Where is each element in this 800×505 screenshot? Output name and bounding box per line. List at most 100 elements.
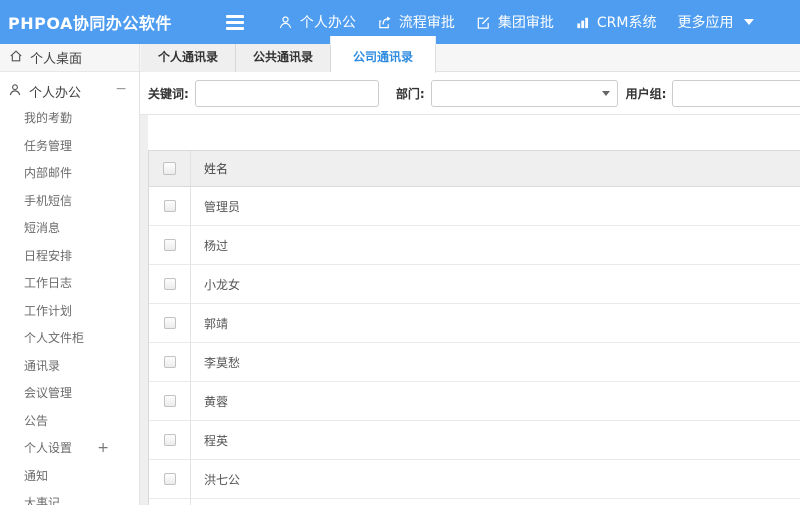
sidebar-item-personal-desktop[interactable]: 个人桌面 (0, 44, 139, 72)
collapse-icon[interactable]: − (115, 81, 127, 97)
sidebar-group-label: 个人办公 (29, 86, 82, 101)
row-name: 郭靖 (204, 316, 229, 331)
nav-label: 流程审批 (398, 15, 455, 31)
sidebar-item-contacts[interactable]: 通讯录 (0, 353, 139, 381)
usergroup-input[interactable] (672, 79, 800, 107)
row-name: 程英 (204, 433, 229, 448)
sidebar-item-attendance[interactable]: 我的考勤 (0, 105, 139, 133)
row-name: 小龙女 (204, 277, 241, 292)
tab-personal-contacts[interactable]: 个人通讯录 (141, 44, 237, 72)
sidebar-item-short-message[interactable]: 短消息 (0, 215, 139, 243)
nav-more-apps[interactable]: 更多应用 (678, 12, 754, 32)
content-gutter (140, 115, 148, 505)
nav-personal-office[interactable]: 个人办公 (278, 12, 356, 32)
table-row[interactable]: 黄蓉 (149, 382, 800, 421)
filter-bar: 关键词: 部门: 用户组: (140, 72, 800, 115)
sidebar-item-work-log[interactable]: 工作日志 (0, 270, 139, 298)
sidebar-item-label: 日程安排 (24, 248, 73, 263)
name-column-header: 姓名 (204, 162, 229, 176)
sidebar-item-label: 个人文件柜 (24, 331, 85, 345)
row-checkbox[interactable] (163, 356, 176, 368)
row-checkbox-cell (149, 343, 191, 381)
main-area: 个人通讯录 公共通讯录 公司通讯录 关键词: 部门: 用户组: 姓名 管理员 杨… (140, 36, 800, 505)
sidebar-item-label: 大事记 (24, 496, 61, 505)
sidebar-item-meeting-management[interactable]: 会议管理 (0, 380, 139, 408)
sidebar-group-personal-office[interactable]: 个人办公 − (0, 78, 139, 105)
nav-workflow-approval[interactable]: 流程审批 (377, 12, 455, 32)
sidebar-item-file-cabinet[interactable]: 个人文件柜 (0, 325, 139, 353)
table-row[interactable]: 李莫愁 (149, 343, 800, 382)
nav-label: 集团审批 (497, 15, 554, 31)
sidebar-item-label: 手机短信 (24, 193, 73, 208)
table-row[interactable]: 郭靖 (149, 304, 800, 343)
nav-group-approval[interactable]: 集团审批 (476, 12, 554, 32)
expand-icon[interactable]: + (97, 435, 109, 463)
top-navigation: 个人办公 流程审批 集团审批 CRM系统 更多应用 (278, 12, 754, 32)
sidebar-item-label: 个人设置 (24, 441, 73, 455)
app-window: PHPOA协同办公软件 个人办公 流程审批 集团审批 CRM系统 更多应用 个人… (0, 0, 800, 505)
table-row[interactable]: 洪七公 (149, 460, 800, 499)
row-checkbox-cell (149, 499, 191, 505)
sidebar-item-label: 公告 (24, 413, 49, 428)
row-checkbox-cell (149, 187, 191, 225)
user-icon (278, 15, 293, 30)
keyword-label: 关键词: (148, 86, 189, 101)
row-checkbox[interactable] (163, 239, 176, 251)
row-name: 洪七公 (204, 472, 241, 487)
sidebar-item-label: 通讯录 (24, 358, 61, 373)
tab-public-contacts[interactable]: 公共通讯录 (236, 44, 332, 72)
table-row[interactable]: 管理员 (149, 187, 800, 226)
row-checkbox[interactable] (163, 395, 176, 407)
sidebar-item-task-management[interactable]: 任务管理 (0, 133, 139, 161)
nav-label: CRM系统 (596, 15, 657, 31)
caret-down-icon (743, 19, 754, 25)
nav-label: 更多应用 (677, 15, 734, 31)
row-checkbox[interactable] (163, 473, 176, 485)
edit-icon (476, 15, 491, 30)
menu-icon[interactable] (225, 12, 248, 32)
row-name: 李莫愁 (204, 355, 241, 370)
row-checkbox[interactable] (163, 278, 176, 290)
sidebar-item-announcement[interactable]: 公告 (0, 408, 139, 436)
contacts-table: 姓名 管理员 杨过 小龙女 郭靖 李莫愁 黄蓉 程英 洪七公 (148, 150, 800, 505)
sidebar-item-sms[interactable]: 手机短信 (0, 188, 139, 216)
sidebar-item-memorabilia[interactable]: 大事记 (0, 490, 139, 505)
row-checkbox[interactable] (163, 200, 176, 212)
nav-crm-system[interactable]: CRM系统 (575, 12, 657, 32)
table-row-partial (149, 499, 800, 505)
sidebar-item-label: 短消息 (24, 221, 61, 235)
sidebar-item-notice[interactable]: 通知 (0, 463, 139, 491)
sidebar-item-label: 会议管理 (24, 386, 73, 400)
select-all-checkbox[interactable] (163, 162, 176, 175)
row-checkbox[interactable] (163, 317, 176, 329)
sidebar-item-schedule[interactable]: 日程安排 (0, 243, 139, 271)
sidebar-item-label: 任务管理 (24, 138, 73, 153)
tab-label: 公司通讯录 (353, 50, 414, 64)
table-row[interactable]: 程英 (149, 421, 800, 460)
user-icon (8, 83, 22, 101)
department-select-wrap (430, 79, 618, 107)
app-title: PHPOA协同办公软件 (8, 14, 172, 33)
row-checkbox[interactable] (163, 434, 176, 446)
tab-label: 公共通讯录 (253, 50, 314, 64)
row-name: 杨过 (204, 238, 229, 253)
keyword-input[interactable] (194, 79, 379, 107)
usergroup-label: 用户组: (625, 86, 667, 101)
sidebar-item-internal-mail[interactable]: 内部邮件 (0, 160, 139, 188)
sidebar-item-label: 我的考勤 (24, 111, 73, 125)
sidebar-item-work-plan[interactable]: 工作计划 (0, 298, 139, 326)
row-checkbox-cell (149, 265, 191, 303)
table-row[interactable]: 小龙女 (149, 265, 800, 304)
flow-icon (377, 15, 392, 30)
table-row[interactable]: 杨过 (149, 226, 800, 265)
sidebar-item-label: 通知 (24, 468, 49, 483)
table-header-row: 姓名 (149, 151, 800, 187)
sidebar-item-personal-settings[interactable]: 个人设置 + (0, 435, 139, 463)
sidebar-item-label: 工作日志 (24, 276, 73, 290)
department-select[interactable] (430, 79, 618, 107)
sidebar: 个人桌面 个人办公 − 我的考勤 任务管理 内部邮件 手机短信 短消息 日程安排… (0, 44, 140, 505)
bar-chart-icon (575, 15, 590, 30)
header-checkbox-cell (149, 151, 191, 186)
tab-company-contacts[interactable]: 公司通讯录 (330, 36, 437, 73)
tab-bar: 个人通讯录 公共通讯录 公司通讯录 (140, 36, 800, 73)
